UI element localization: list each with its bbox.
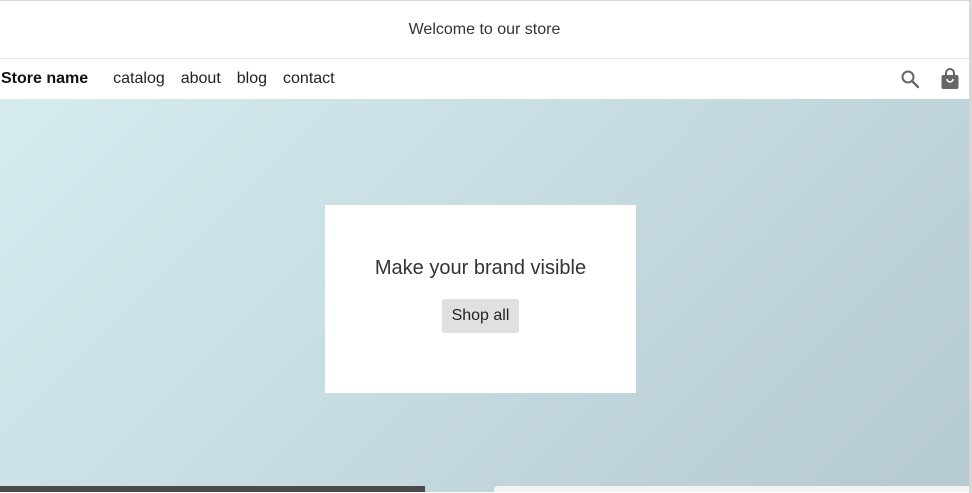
- page-frame: Welcome to our store Store name catalog …: [0, 0, 972, 493]
- nav-link-blog[interactable]: blog: [237, 70, 267, 88]
- search-icon[interactable]: [899, 68, 921, 90]
- nav-link-contact[interactable]: contact: [283, 70, 335, 88]
- nav-link-about[interactable]: about: [181, 70, 221, 88]
- hero-title: Make your brand visible: [374, 257, 587, 279]
- next-section-image-dark: [0, 486, 425, 492]
- hero-card: Make your brand visible Shop all: [325, 205, 636, 393]
- header-icons: [899, 68, 961, 90]
- hero-banner: Make your brand visible Shop all: [0, 99, 969, 492]
- next-section-image-light: [494, 486, 969, 492]
- store-name-logo[interactable]: Store name: [1, 70, 88, 88]
- nav-link-catalog[interactable]: catalog: [113, 70, 165, 88]
- announcement-text: Welcome to our store: [408, 20, 561, 38]
- site-header: Store name catalog about blog contact: [0, 59, 969, 99]
- main-nav: catalog about blog contact: [113, 70, 334, 88]
- shop-all-button[interactable]: Shop all: [441, 299, 520, 333]
- shopping-bag-icon[interactable]: [939, 68, 961, 90]
- announcement-bar: Welcome to our store: [0, 1, 969, 59]
